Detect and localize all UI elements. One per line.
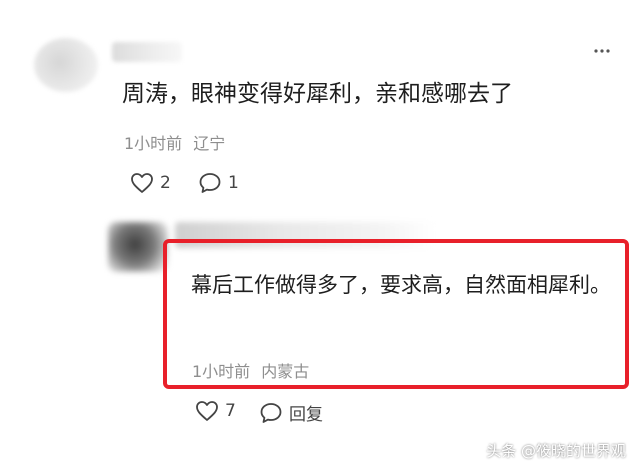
- reply-reply-label: 回复: [289, 405, 323, 425]
- reply-like-button[interactable]: 7: [195, 400, 236, 422]
- comment-text: 周涛，眼神变得好犀利，亲和感哪去了: [122, 81, 513, 107]
- reply-avatar[interactable]: [108, 222, 168, 272]
- heart-icon: [130, 172, 154, 194]
- comment-like-count: 2: [160, 173, 171, 193]
- comment-meta: 1小时前 辽宁: [124, 130, 225, 154]
- comment-reply-count: 1: [228, 173, 239, 193]
- comment-like-button[interactable]: 2: [130, 172, 171, 194]
- speech-bubble-icon: [198, 172, 222, 194]
- speech-bubble-icon: [259, 402, 283, 424]
- reply-like-count: 7: [225, 401, 236, 421]
- reply-location: 内蒙古: [261, 362, 310, 381]
- reply-text: 幕后工作做得多了，要求高，自然面相犀利。: [191, 273, 611, 297]
- watermark: 头条 @筱晓的世界观: [486, 442, 626, 460]
- reply-time: 1小时前: [192, 362, 251, 381]
- reply-meta: 1小时前 内蒙古: [192, 358, 309, 382]
- heart-icon: [195, 400, 219, 422]
- more-options-icon[interactable]: [590, 40, 614, 62]
- reply-reply-button[interactable]: 回复: [259, 400, 323, 425]
- comment-time: 1小时前: [124, 134, 183, 153]
- commenter-name[interactable]: [112, 42, 182, 62]
- comment-location: 辽宁: [193, 134, 226, 153]
- comment-reply-button[interactable]: 1: [198, 172, 239, 194]
- commenter-avatar[interactable]: [34, 38, 98, 92]
